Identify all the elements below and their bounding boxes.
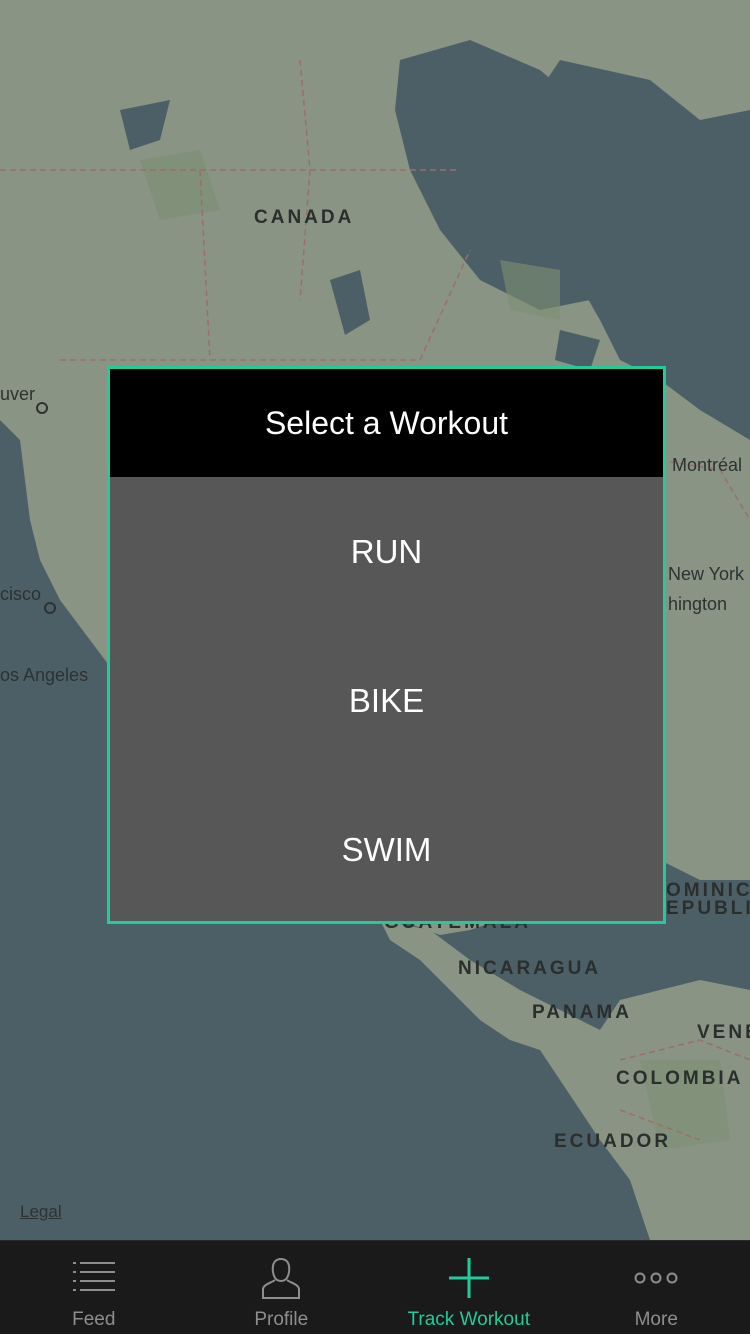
map-city-new-york: New York — [668, 564, 745, 584]
modal-title: Select a Workout — [110, 369, 663, 477]
map-city-montreal: Montréal — [672, 455, 743, 475]
tab-label-more: More — [634, 1309, 678, 1330]
map-label-panama: PANAMA — [532, 1002, 632, 1023]
tab-profile[interactable]: Profile — [188, 1241, 376, 1334]
map-city-washington: hington — [668, 594, 728, 614]
map-label-colombia: COLOMBIA — [616, 1068, 744, 1089]
list-icon — [64, 1253, 124, 1303]
map-city-san-francisco: cisco — [0, 584, 42, 604]
tab-feed[interactable]: Feed — [0, 1241, 188, 1334]
tab-label-feed: Feed — [72, 1309, 116, 1330]
tab-label-profile: Profile — [254, 1309, 309, 1330]
workout-option-swim[interactable]: SWIM — [110, 775, 663, 924]
map-city-vancouver: uver — [0, 384, 36, 404]
more-dots-icon — [626, 1253, 686, 1303]
map-label-ecuador: ECUADOR — [554, 1131, 672, 1152]
map-label-nicaragua: NICARAGUA — [458, 958, 602, 979]
legal-link[interactable]: Legal — [20, 1202, 62, 1222]
map-label-canada: CANADA — [254, 207, 355, 228]
tab-label-track-workout: Track Workout — [407, 1309, 530, 1330]
tab-track-workout[interactable]: Track Workout — [375, 1241, 563, 1334]
tab-bar: Feed Profile Track Workout More — [0, 1240, 750, 1334]
person-icon — [251, 1253, 311, 1303]
tab-more[interactable]: More — [563, 1241, 750, 1334]
city-marker-icon — [36, 402, 48, 414]
app-screen: CANADA GUATEMALA NICARAGUA PANAMA COLOMB… — [0, 0, 750, 1334]
plus-icon — [439, 1253, 499, 1303]
map-city-los-angeles: os Angeles — [0, 665, 89, 685]
city-marker-icon — [44, 602, 56, 614]
workout-option-run[interactable]: RUN — [110, 477, 663, 626]
map-label-dominican-republic-2: EPUBLIC — [666, 898, 750, 919]
select-workout-modal: Select a Workout RUN BIKE SWIM — [107, 366, 666, 924]
workout-option-bike[interactable]: BIKE — [110, 626, 663, 775]
map-label-venezuela: VENE — [697, 1022, 750, 1043]
